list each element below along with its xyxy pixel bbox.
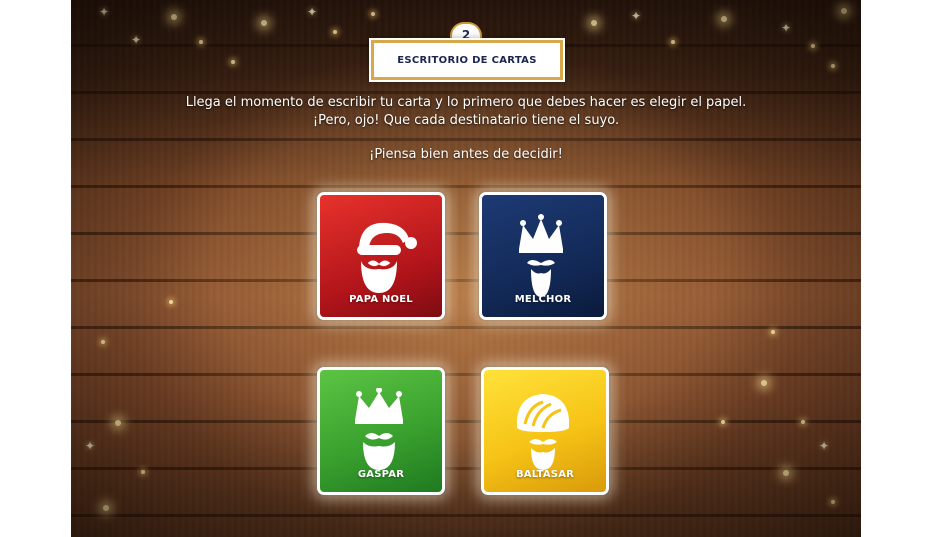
intro-line-3: ¡Piensa bien antes de decidir! [369, 147, 563, 162]
card-gaspar[interactable]: GASPAR [317, 367, 445, 495]
title-plate: ESCRITORIO DE CARTAS [371, 40, 563, 80]
card-label: PAPA NOEL [349, 294, 413, 305]
vignette-overlay [71, 0, 861, 537]
game-stage: ✦ ✦ ✦ ✦ ✦ ✦ ✦ 2 ESCRITORIO DE CARTAS Lle… [71, 0, 861, 537]
intro-line-1: Llega el momento de escribir tu carta y … [185, 95, 747, 110]
king-melchor-icon [519, 214, 563, 297]
santa-claus-icon [357, 222, 417, 293]
card-label: MELCHOR [514, 294, 572, 305]
card-baltasar[interactable]: BALTASAR [481, 367, 609, 495]
page-title: ESCRITORIO DE CARTAS [397, 54, 537, 66]
intro-line-2: ¡Pero, ojo! Que cada destinatario tiene … [312, 113, 620, 128]
king-gaspar-icon [355, 388, 403, 470]
card-melchor[interactable]: MELCHOR [479, 192, 607, 320]
sparkle-decoration: ✦ ✦ ✦ ✦ ✦ ✦ ✦ [71, 0, 861, 537]
king-baltasar-icon [516, 394, 570, 470]
card-label: GASPAR [357, 469, 405, 480]
card-label: BALTASAR [515, 469, 575, 480]
card-papa-noel[interactable]: PAPA NOEL [317, 192, 445, 320]
